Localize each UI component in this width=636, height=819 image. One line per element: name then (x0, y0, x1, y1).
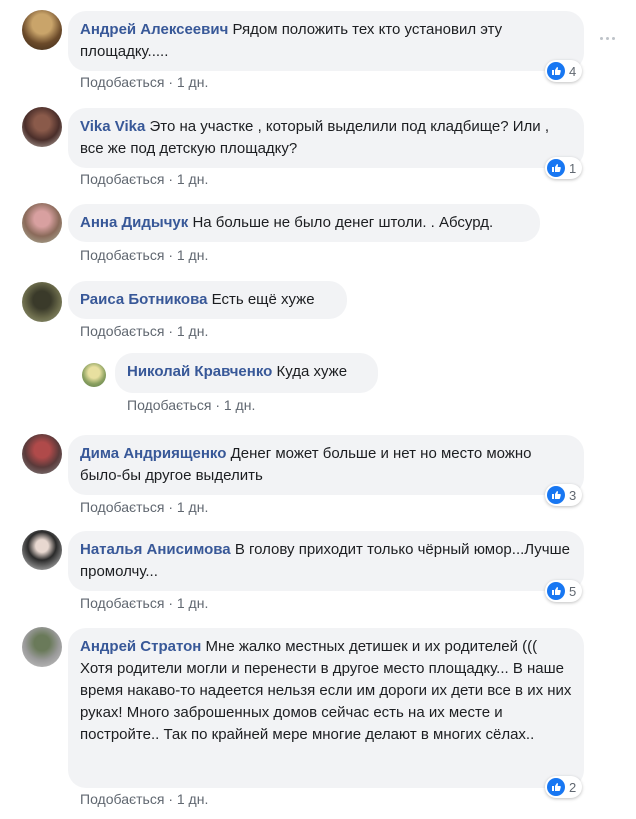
avatar[interactable] (22, 282, 62, 322)
comment-bubble: Андрей Стратон Мне жалко местных детишек… (68, 628, 584, 788)
comment-author[interactable]: Николай Кравченко (127, 363, 272, 380)
like-link[interactable]: Подобається (80, 595, 164, 611)
comment-text: Это на участке , который выделили под кл… (80, 118, 550, 157)
comment-bubble: Раиса Ботникова Есть ещё хуже (68, 281, 347, 319)
comment-author[interactable]: Наталья Анисимова (80, 541, 231, 558)
comment-time[interactable]: 1 дн. (177, 791, 208, 807)
comment-text: Есть ещё хуже (211, 291, 315, 308)
reaction-number: 4 (569, 63, 577, 79)
comment-author[interactable]: Анна Дидычук (80, 214, 188, 231)
comment-actions: Подобається · 1 дн. (80, 170, 208, 188)
more-options-icon[interactable] (600, 30, 616, 46)
reaction-count[interactable]: 5 (545, 580, 583, 602)
comment-actions: Подобається · 1 дн. (127, 396, 255, 414)
comment-author[interactable]: Vika Vika (80, 118, 145, 135)
avatar[interactable] (22, 107, 62, 147)
comment-time[interactable]: 1 дн. (224, 397, 255, 413)
thumbs-up-icon (547, 62, 565, 80)
like-link[interactable]: Подобається (80, 247, 164, 263)
comment-time[interactable]: 1 дн. (177, 171, 208, 187)
comment-bubble: Дима Андриященко Денег может больше и не… (68, 435, 584, 495)
comment-text-continued: Хотя родители могли и перенести в другое… (80, 660, 572, 743)
separator: · (168, 74, 173, 90)
separator: · (168, 595, 173, 611)
reaction-count[interactable]: 3 (545, 484, 583, 506)
comment-actions: Подобається · 1 дн. (80, 73, 208, 91)
comment-time[interactable]: 1 дн. (177, 247, 208, 263)
reaction-number: 5 (569, 583, 577, 599)
separator: · (168, 247, 173, 263)
like-link[interactable]: Подобається (80, 74, 164, 90)
separator: · (168, 499, 173, 515)
comment-author[interactable]: Андрей Стратон (80, 638, 201, 655)
comment-bubble: Наталья Анисимова В голову приходит толь… (68, 531, 584, 591)
thumbs-up-icon (547, 486, 565, 504)
like-link[interactable]: Подобається (127, 397, 211, 413)
comment-time[interactable]: 1 дн. (177, 323, 208, 339)
reaction-number: 1 (569, 160, 577, 176)
avatar[interactable] (22, 203, 62, 243)
comment-time[interactable]: 1 дн. (177, 499, 208, 515)
comment-actions: Подобається · 1 дн. (80, 594, 208, 612)
comment-actions: Подобається · 1 дн. (80, 322, 208, 340)
reaction-count[interactable]: 1 (545, 157, 583, 179)
avatar[interactable] (22, 434, 62, 474)
like-link[interactable]: Подобається (80, 499, 164, 515)
comment-time[interactable]: 1 дн. (177, 595, 208, 611)
thumbs-up-icon (547, 582, 565, 600)
avatar[interactable] (22, 627, 62, 667)
like-link[interactable]: Подобається (80, 323, 164, 339)
avatar[interactable] (22, 10, 62, 50)
comment-author[interactable]: Андрей Алексеевич (80, 21, 228, 38)
separator: · (215, 397, 220, 413)
reaction-count[interactable]: 4 (545, 60, 583, 82)
like-link[interactable]: Подобається (80, 171, 164, 187)
comment-actions: Подобається · 1 дн. (80, 498, 208, 516)
comment-author[interactable]: Раиса Ботникова (80, 291, 207, 308)
reaction-count[interactable]: 2 (545, 776, 583, 798)
reaction-number: 2 (569, 779, 577, 795)
like-link[interactable]: Подобається (80, 791, 164, 807)
comment-actions: Подобається · 1 дн. (80, 790, 208, 808)
comment-time[interactable]: 1 дн. (177, 74, 208, 90)
reaction-number: 3 (569, 487, 577, 503)
comment-bubble: Андрей Алексеевич Рядом положить тех кто… (68, 11, 584, 71)
comment-text: Куда хуже (276, 363, 348, 380)
comment-text: На больше не было денег штоли. . Абсурд. (192, 214, 494, 231)
avatar[interactable] (22, 530, 62, 570)
comment-actions: Подобається · 1 дн. (80, 246, 208, 264)
separator: · (168, 323, 173, 339)
separator: · (168, 791, 173, 807)
comment-text: Мне жалко местных детишек и их родителей… (205, 638, 538, 655)
avatar[interactable] (82, 363, 106, 387)
comment-bubble: Николай Кравченко Куда хуже (115, 353, 378, 393)
comment-author[interactable]: Дима Андриященко (80, 445, 226, 462)
separator: · (168, 171, 173, 187)
comment-bubble: Vika Vika Это на участке , который выдел… (68, 108, 584, 168)
comment-bubble: Анна Дидычук На больше не было денег што… (68, 204, 540, 242)
thumbs-up-icon (547, 778, 565, 796)
thumbs-up-icon (547, 159, 565, 177)
